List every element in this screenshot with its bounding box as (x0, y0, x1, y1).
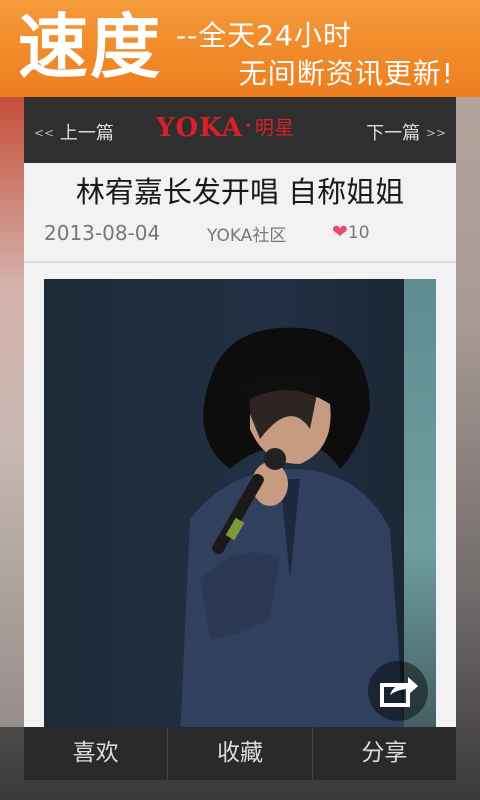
next-label: 下一篇 (366, 123, 421, 144)
prev-article-button[interactable]: << 上一篇 (34, 119, 114, 145)
bottom-action-bar: 喜欢 收藏 分享 (24, 727, 456, 780)
promo-big-text: 速度 (18, 6, 162, 88)
article-photo[interactable] (44, 279, 436, 727)
share-arrow-icon (380, 677, 418, 707)
promo-line-2: 无间断资讯更新! (238, 57, 454, 90)
double-chevron-left-icon: << (34, 126, 55, 140)
article-topbar: << 上一篇 YOKA · 明星 下一篇 >> (24, 97, 456, 163)
article-title: 林宥嘉长发开唱 自称姐姐 (75, 175, 405, 209)
article-meta: 2013-08-04 YOKA社区 ❤10 (24, 219, 456, 247)
divider (24, 261, 456, 263)
like-button[interactable]: 喜欢 (24, 727, 169, 780)
promo-banner: 速度 --全天24小时 无间断资讯更新! (0, 0, 480, 97)
article-source: YOKA社区 (207, 226, 287, 246)
double-chevron-right-icon: >> (425, 126, 446, 140)
prev-label: 上一篇 (59, 123, 114, 144)
promo-line-1: --全天24小时 (176, 19, 352, 52)
side-decoration (0, 97, 24, 727)
heart-icon: ❤ (332, 221, 348, 243)
yoka-logo: YOKA · 明星 (156, 113, 295, 143)
favorite-button[interactable]: 收藏 (168, 727, 313, 780)
article-date: 2013-08-04 (44, 221, 161, 245)
logo-dot: · (244, 113, 253, 137)
share-button[interactable]: 分享 (313, 727, 456, 780)
logo-section: 明星 (254, 117, 295, 139)
article-card: << 上一篇 YOKA · 明星 下一篇 >> 林宥嘉长发开唱 自称姐姐 2013-… (24, 97, 456, 727)
like-count-button[interactable]: ❤10 (332, 221, 370, 243)
next-article-button[interactable]: 下一篇 >> (366, 119, 446, 145)
like-count: 10 (347, 223, 370, 243)
share-photo-button[interactable] (368, 661, 428, 721)
logo-brand: YOKA (156, 113, 243, 143)
